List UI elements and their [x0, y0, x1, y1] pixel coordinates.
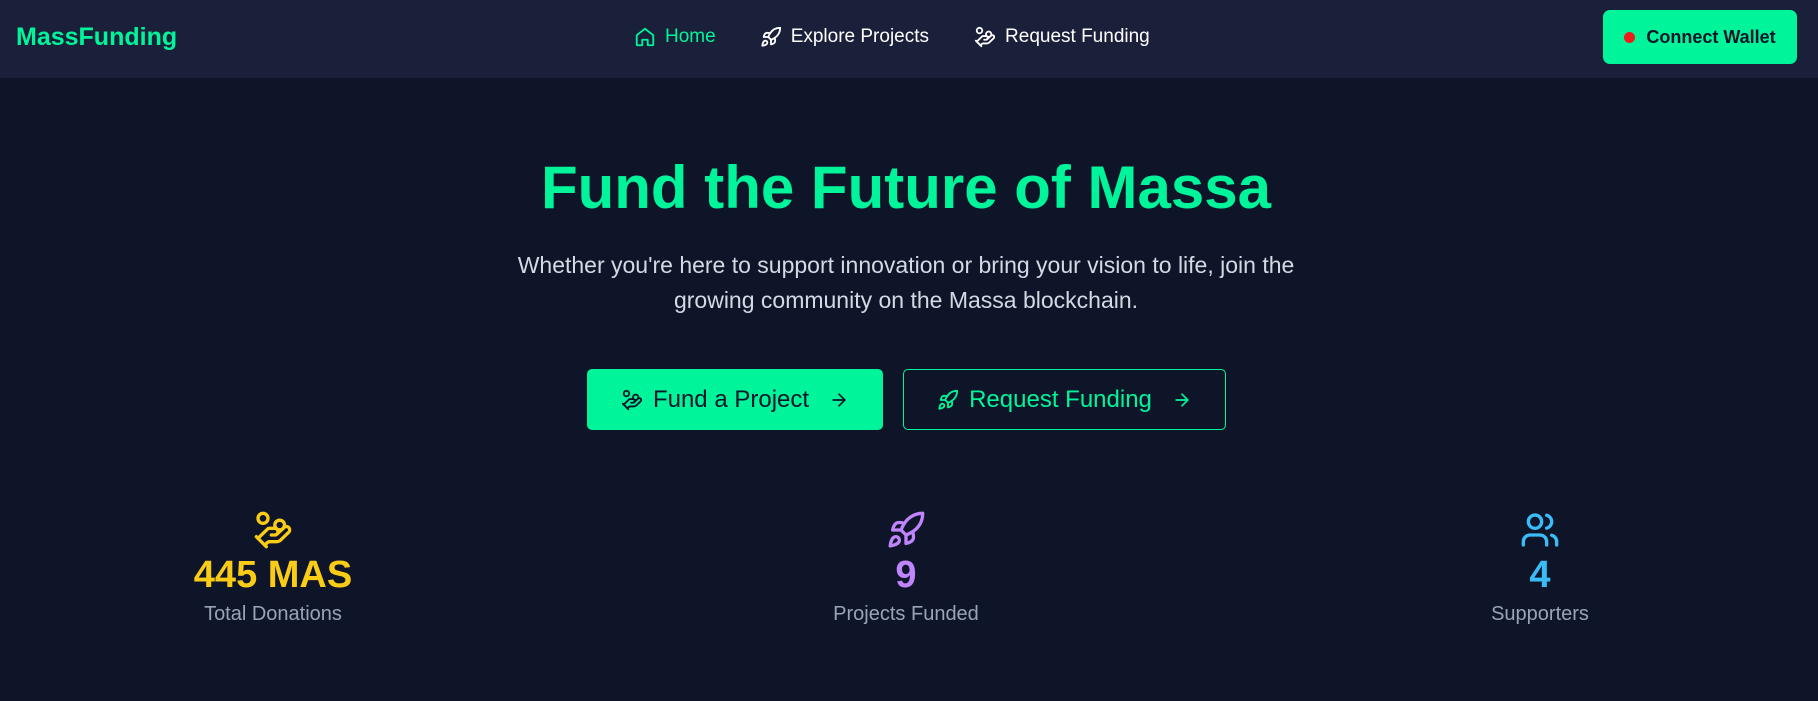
stat-value: 4 — [1529, 554, 1551, 596]
stat-projects-funded: 9 Projects Funded — [736, 510, 1076, 627]
main-nav: Home Explore Projects Request Funding — [634, 24, 1150, 50]
stat-label: Total Donations — [204, 603, 342, 625]
stat-value: 445 MAS — [193, 554, 353, 596]
hand-coins-icon — [253, 510, 293, 550]
stat-label: Supporters — [1491, 603, 1589, 625]
rocket-icon — [886, 510, 926, 550]
brand-logo[interactable]: MassFunding — [16, 22, 177, 52]
request-funding-button[interactable]: Request Funding — [903, 369, 1226, 430]
hero-subtitle: Whether you're here to support innovatio… — [517, 252, 1295, 313]
request-funding-label: Request Funding — [969, 385, 1152, 413]
nav-request-funding-link[interactable]: Request Funding — [974, 24, 1150, 50]
stat-label: Projects Funded — [833, 603, 979, 625]
nav-home-label: Home — [665, 26, 716, 47]
connect-wallet-label: Connect Wallet — [1646, 26, 1776, 47]
stat-value: 9 — [895, 554, 917, 596]
stat-total-donations: 445 MAS Total Donations — [103, 510, 443, 627]
hand-coins-icon — [974, 26, 996, 48]
nav-explore-projects-link[interactable]: Explore Projects — [760, 24, 929, 50]
top-navbar: MassFunding Home Explore Projects Reques… — [0, 0, 1818, 78]
users-icon — [1520, 510, 1560, 550]
arrow-right-icon — [1172, 390, 1192, 410]
fund-a-project-button[interactable]: Fund a Project — [587, 369, 883, 430]
connect-wallet-button[interactable]: Connect Wallet — [1603, 10, 1797, 64]
wallet-status-dot — [1624, 31, 1636, 43]
home-icon — [634, 26, 656, 48]
fund-a-project-label: Fund a Project — [652, 385, 810, 413]
nav-home-link[interactable]: Home — [634, 24, 716, 50]
stat-supporters: 4 Supporters — [1370, 510, 1710, 627]
rocket-icon — [937, 389, 959, 411]
hand-coins-icon — [621, 389, 643, 411]
nav-explore-projects-label: Explore Projects — [790, 26, 930, 47]
hero-title: Fund the Future of Massa — [540, 154, 1272, 221]
arrow-right-icon — [829, 390, 849, 410]
nav-request-funding-label: Request Funding — [1005, 26, 1150, 47]
rocket-icon — [760, 26, 782, 48]
